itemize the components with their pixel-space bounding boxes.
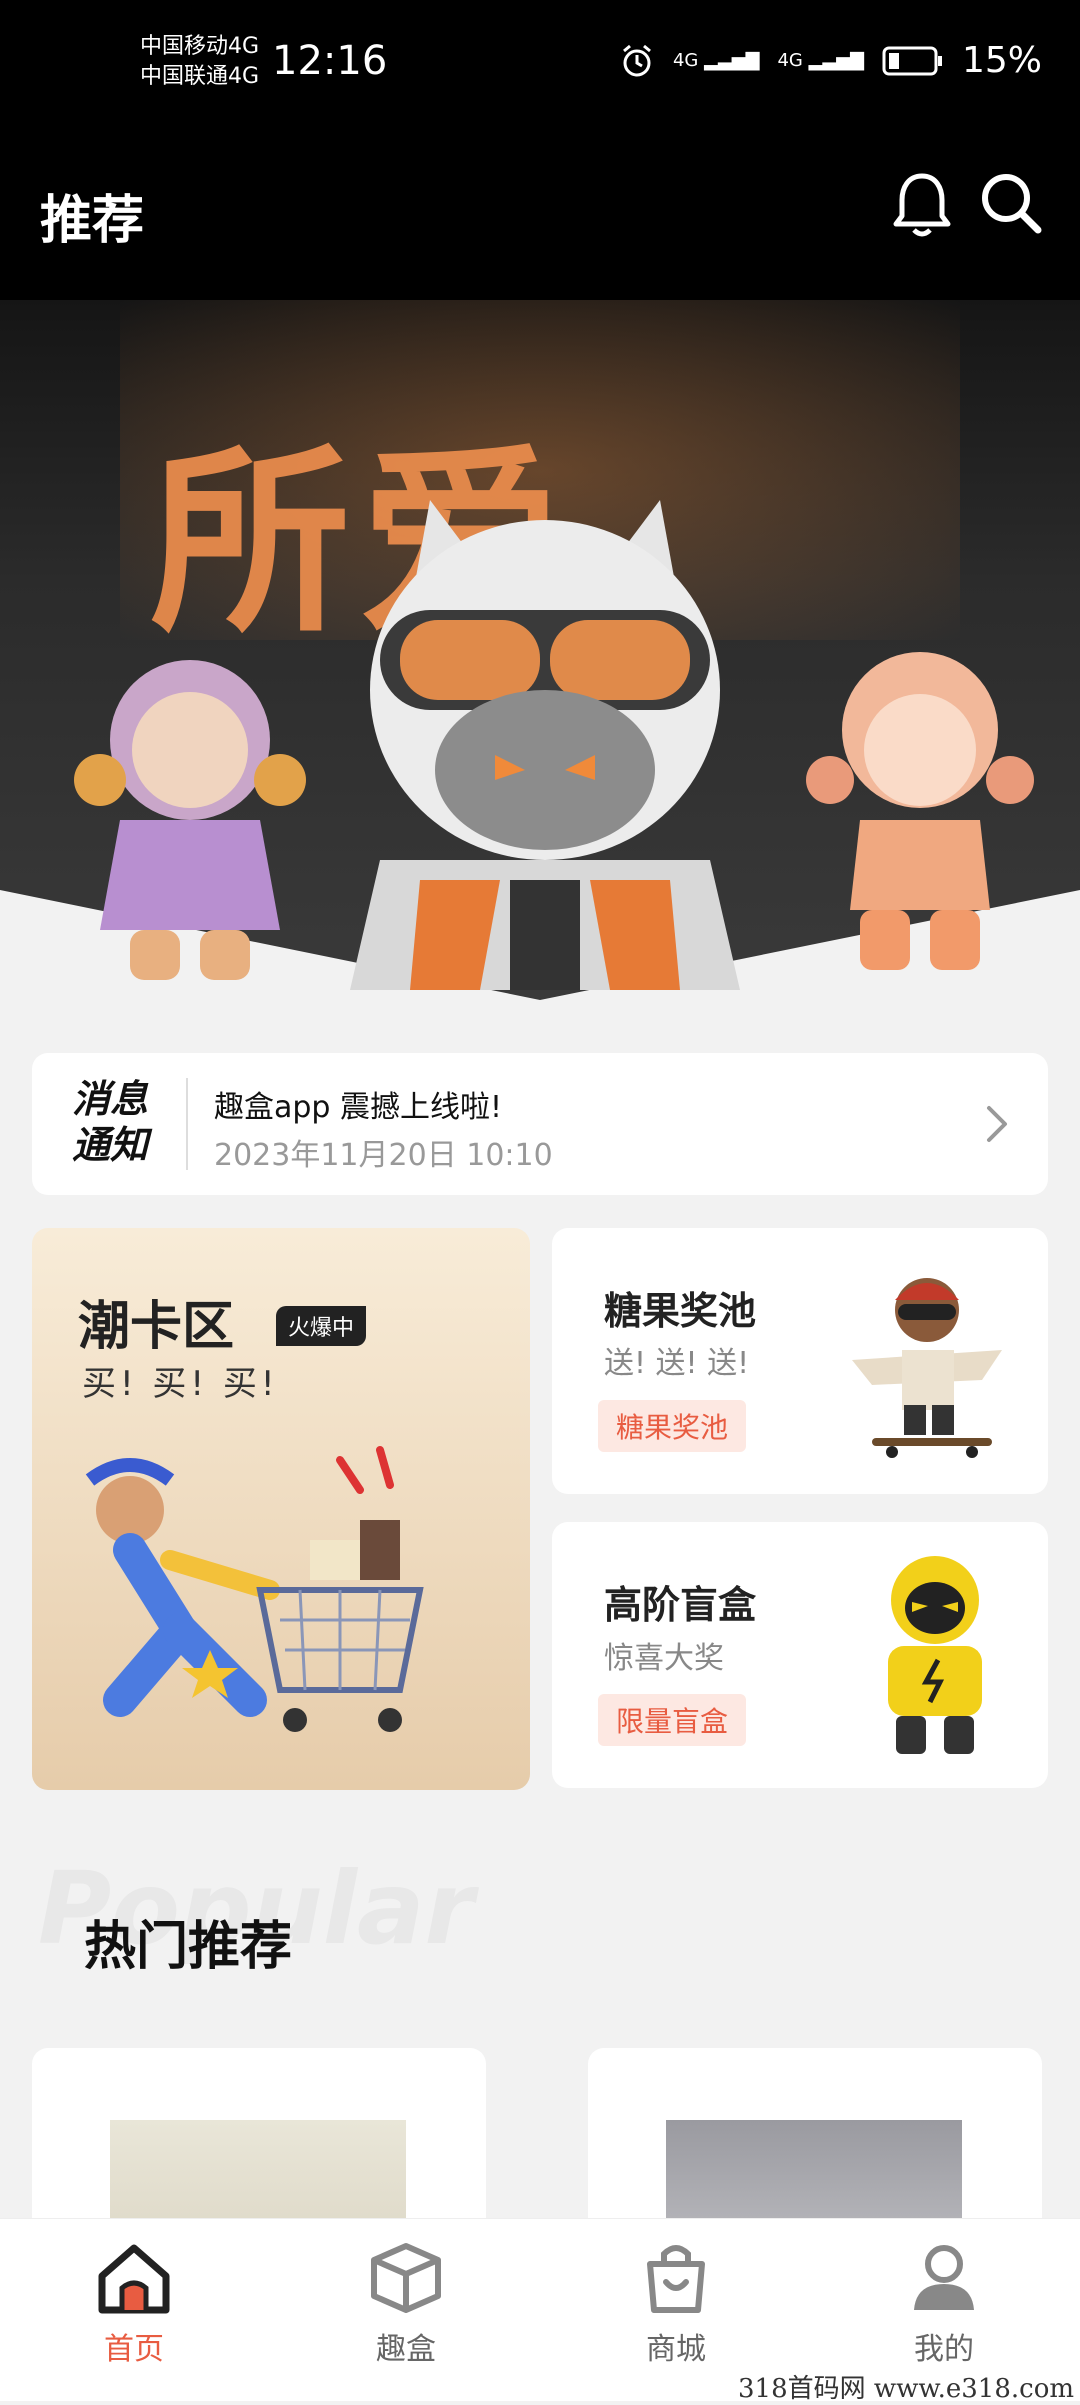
home-icon [98, 2244, 170, 2314]
candy-pool-title: 糖果奖池 [604, 1289, 757, 1333]
signal-1-icon: 4G ▂▃▅▇ [672, 49, 760, 71]
profile-icon [914, 2245, 974, 2310]
yellow-monkey-figure [888, 1556, 982, 1754]
skateboard-bear-figure [852, 1278, 1002, 1458]
notice-divider [186, 1078, 188, 1170]
bell-icon[interactable] [890, 170, 954, 240]
hot-badge: 火爆中 [276, 1306, 367, 1346]
trend-card-title: 潮卡区 [78, 1297, 235, 1357]
premium-blindbox-subtitle: 惊喜大奖 [604, 1641, 724, 1676]
status-time: 12:16 [272, 38, 388, 84]
left-doll-figure [74, 660, 306, 980]
premium-blindbox-tag: 限量盲盒 [598, 1694, 747, 1746]
nav-mine[interactable]: 我的 [874, 2240, 1014, 2368]
candy-pool-subtitle: 送! 送! 送! [604, 1346, 750, 1381]
notice-label: 消息 通知 [72, 1076, 168, 1168]
carrier-1: 中国移动4G [140, 34, 260, 59]
status-icons: 4G ▂▃▅▇ 4G ▂▃▅▇ 15% [619, 40, 1042, 81]
signal-1-label: 4G [672, 49, 699, 71]
carrier-2: 中国联通4G [140, 64, 260, 89]
candy-pool-tag: 糖果奖池 [598, 1400, 747, 1452]
alarm-icon [623, 44, 651, 76]
right-doll-figure [806, 652, 1034, 970]
nav-box-label: 趣盒 [376, 2332, 436, 2367]
signal-2-label: 4G [777, 49, 803, 71]
page-title: 推荐 [40, 191, 145, 251]
shopping-runner-illustration [85, 1446, 424, 1732]
nav-home-label: 首页 [104, 2332, 164, 2367]
popular-section-title: 热门推荐 [84, 1917, 293, 1977]
notice-label-line1: 消息 [72, 1077, 149, 1121]
notice-title: 趣盒app 震撼上线啦! [214, 1090, 503, 1125]
nav-shop-label: 商城 [646, 2332, 706, 2367]
status-carrier: 中国移动4G 中国联通4G [140, 32, 259, 92]
notice-date: 2023年11月20日 10:10 [214, 1138, 553, 1173]
nav-shop[interactable]: 商城 [606, 2240, 746, 2368]
search-icon[interactable] [978, 170, 1044, 236]
signal-2-icon: 4G ▂▃▅▇ [777, 49, 864, 71]
shopping-bag-icon [647, 2245, 705, 2313]
nav-box[interactable]: 趣盒 [336, 2240, 476, 2368]
nav-home[interactable]: 首页 [64, 2240, 204, 2368]
nav-mine-label: 我的 [914, 2332, 974, 2367]
notice-label-line2: 通知 [72, 1123, 149, 1167]
chevron-right-icon[interactable] [985, 1104, 1009, 1144]
premium-blindbox-title: 高阶盲盒 [604, 1583, 757, 1627]
astronaut-cat-figure [350, 500, 740, 990]
trend-card-subtitle: 买! 买! 买! [82, 1364, 279, 1404]
battery-level: 15% [961, 40, 1042, 81]
battery-icon [882, 46, 942, 75]
box-icon [371, 2243, 441, 2313]
watermark: 318首码网 www.e318.com [738, 2374, 1074, 2404]
